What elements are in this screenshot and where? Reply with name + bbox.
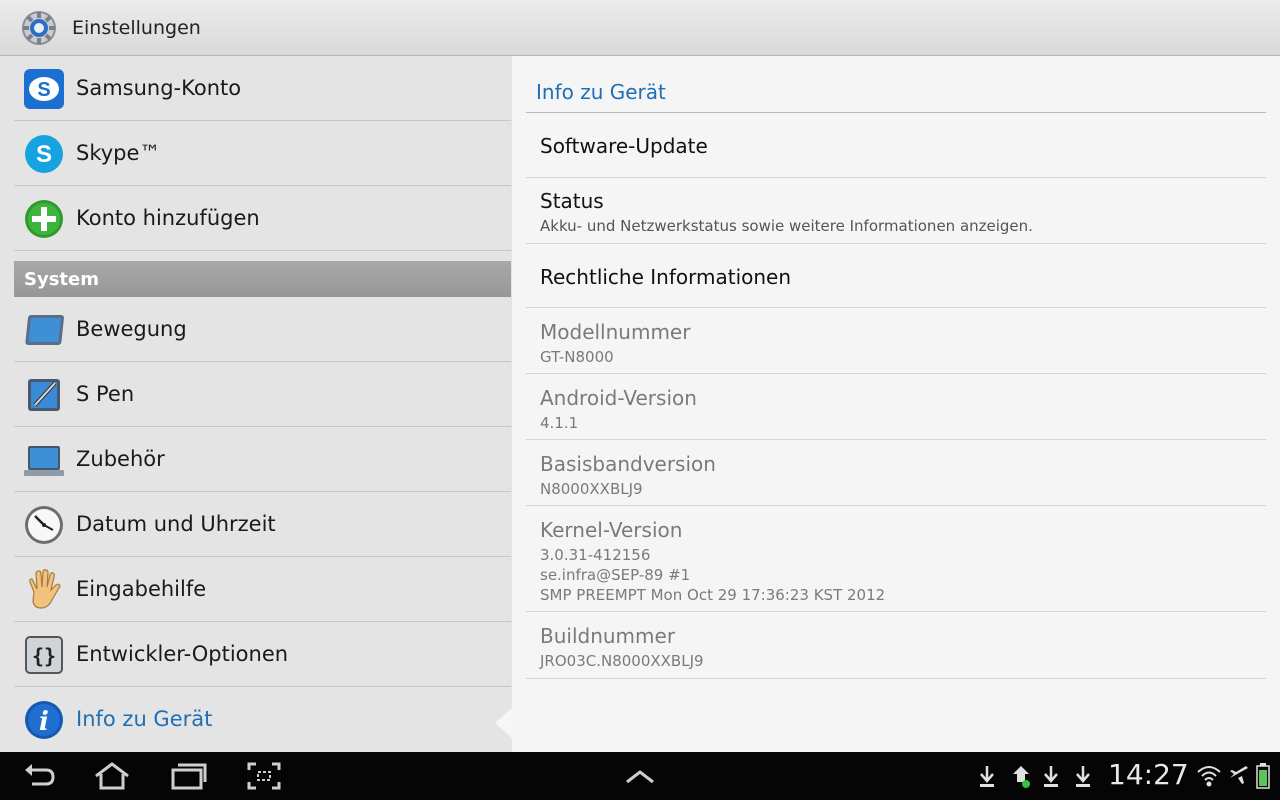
- list-item-label: S Pen: [76, 382, 135, 406]
- accessory-icon: [24, 446, 64, 476]
- pref-summary: GT-N8000: [540, 348, 614, 366]
- pref-legal-info[interactable]: Rechtliche Informationen: [526, 244, 1266, 308]
- back-icon[interactable]: [22, 760, 58, 792]
- samsung-account-icon: S: [24, 69, 64, 109]
- list-item-accessibility[interactable]: Eingabehilfe: [14, 557, 511, 622]
- action-bar: Einstellungen: [0, 0, 1280, 56]
- add-account-icon: [25, 200, 63, 238]
- detail-header: Info zu Gerät: [536, 80, 666, 104]
- battery-icon: [1256, 763, 1270, 789]
- selection-pointer: [495, 707, 513, 739]
- pref-title: Kernel-Version: [540, 518, 683, 542]
- wifi-icon: [1197, 766, 1221, 787]
- motion-icon: [25, 315, 64, 345]
- settings-list: S Samsung-Konto S Skype™ Konto hinzufüge…: [0, 56, 513, 752]
- list-item-developer-options[interactable]: {} Entwickler-Optionen: [14, 622, 511, 687]
- list-item-label: Bewegung: [76, 317, 187, 341]
- list-item-label: Konto hinzufügen: [76, 206, 260, 230]
- list-item-samsung-account[interactable]: S Samsung-Konto: [14, 56, 511, 121]
- detail-pane: Info zu Gerät Software-Update Status Akk…: [512, 56, 1280, 752]
- clock-icon: [25, 506, 63, 544]
- svg-text:S: S: [37, 79, 50, 101]
- list-item-add-account[interactable]: Konto hinzufügen: [14, 186, 511, 251]
- download-icon: [980, 766, 994, 787]
- s-pen-icon: [28, 379, 60, 411]
- settings-gear-icon[interactable]: [20, 9, 58, 47]
- section-header-system: System: [14, 261, 511, 297]
- pref-model-number: Modellnummer GT-N8000: [526, 308, 1266, 374]
- pref-title: Modellnummer: [540, 320, 691, 344]
- pref-summary-line: 3.0.31-412156: [540, 546, 651, 564]
- pref-title: Buildnummer: [540, 624, 676, 648]
- svg-text:{}: {}: [32, 644, 56, 668]
- status-clock[interactable]: 14:27: [1108, 758, 1189, 791]
- app-title: Einstellungen: [72, 17, 201, 39]
- hand-icon: [29, 569, 61, 609]
- recent-apps-icon[interactable]: [170, 760, 208, 792]
- list-item-date-time[interactable]: Datum und Uhrzeit: [14, 492, 511, 557]
- section-header-label: System: [24, 269, 99, 290]
- svg-text:S: S: [36, 141, 52, 168]
- settings-app: Einstellungen S Samsung-Konto S Skype™ K…: [0, 0, 1280, 800]
- pref-summary: 4.1.1: [540, 414, 579, 432]
- pref-status[interactable]: Status Akku- und Netzwerkstatus sowie we…: [526, 178, 1266, 244]
- pref-summary: N8000XXBLJ9: [540, 480, 643, 498]
- download-icon: [1044, 766, 1058, 787]
- home-icon[interactable]: [92, 760, 132, 792]
- download-icon: [1076, 766, 1090, 787]
- pref-summary: Akku- und Netzwerkstatus sowie weitere I…: [540, 217, 1033, 235]
- skype-icon: S: [25, 135, 63, 173]
- info-icon: i: [25, 701, 63, 739]
- expand-up-icon[interactable]: [624, 760, 656, 792]
- pref-android-version[interactable]: Android-Version 4.1.1: [526, 374, 1266, 440]
- sync-icon: [1013, 766, 1030, 788]
- pref-kernel-version: Kernel-Version 3.0.31-412156 se.infra@SE…: [526, 506, 1266, 612]
- list-item-about-device[interactable]: i Info zu Gerät: [14, 687, 511, 752]
- list-item-skype[interactable]: S Skype™: [14, 121, 511, 186]
- pref-title: Rechtliche Informationen: [540, 265, 792, 289]
- braces-icon: {}: [25, 636, 63, 674]
- airplane-icon: [1230, 766, 1248, 784]
- list-item-label: Samsung-Konto: [76, 76, 242, 100]
- pref-summary-line: SMP PREEMPT Mon Oct 29 17:36:23 KST 2012: [540, 586, 886, 604]
- list-item-label: Info zu Gerät: [76, 707, 213, 731]
- list-item-label: Zubehör: [76, 447, 165, 471]
- pref-title: Basisbandversion: [540, 452, 716, 476]
- list-item-label: Datum und Uhrzeit: [76, 512, 276, 536]
- screenshot-icon[interactable]: [246, 760, 282, 792]
- pref-summary-line: se.infra@SEP-89 #1: [540, 566, 691, 584]
- pref-baseband-version: Basisbandversion N8000XXBLJ9: [526, 440, 1266, 506]
- system-bar: 14:27: [0, 752, 1280, 800]
- pref-software-update[interactable]: Software-Update: [526, 113, 1266, 178]
- pref-title: Android-Version: [540, 386, 697, 410]
- pref-title: Status: [540, 189, 604, 213]
- list-item-accessory[interactable]: Zubehör: [14, 427, 511, 492]
- list-item-motion[interactable]: Bewegung: [14, 297, 511, 362]
- svg-text:i: i: [39, 707, 49, 737]
- list-item-label: Eingabehilfe: [76, 577, 207, 601]
- pref-title: Software-Update: [540, 134, 708, 158]
- list-item-label: Entwickler-Optionen: [76, 642, 289, 666]
- pref-build-number[interactable]: Buildnummer JRO03C.N8000XXBLJ9: [526, 612, 1266, 679]
- list-item-s-pen[interactable]: S Pen: [14, 362, 511, 427]
- list-item-label: Skype™: [76, 141, 161, 165]
- pref-summary: JRO03C.N8000XXBLJ9: [540, 652, 704, 670]
